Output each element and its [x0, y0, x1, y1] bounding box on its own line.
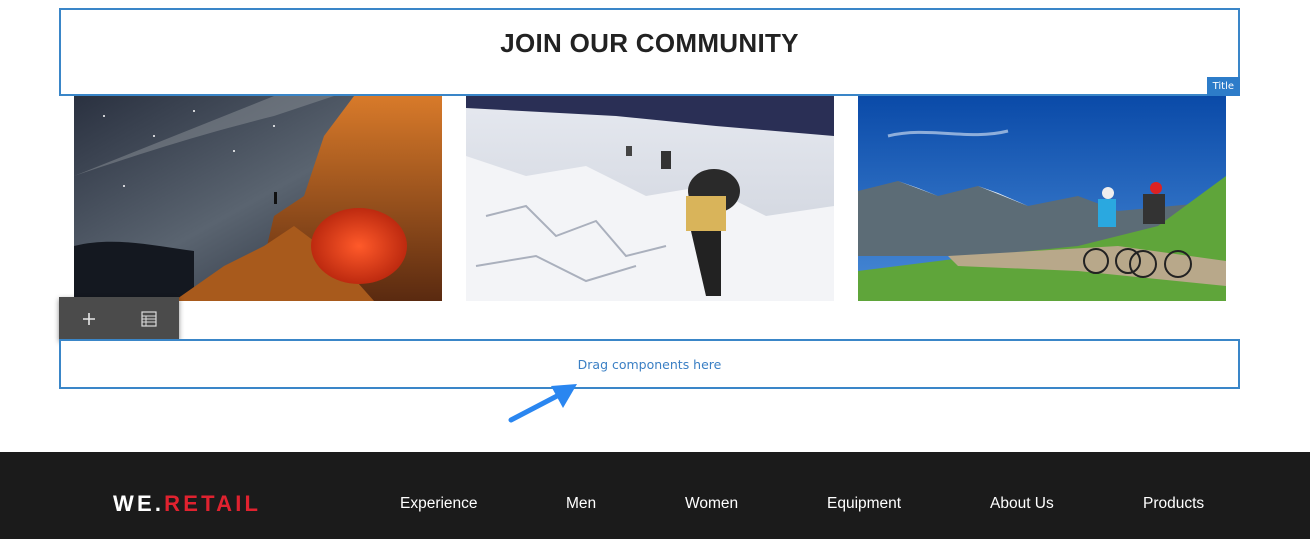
footer-nav-equipment[interactable]: Equipment — [827, 495, 901, 513]
bikers-image — [858, 96, 1226, 301]
insert-component-button[interactable] — [59, 297, 119, 340]
drop-zone-label: Drag components here — [577, 356, 722, 372]
camping-image — [74, 96, 442, 301]
footer-nav-experience[interactable]: Experience — [400, 495, 478, 513]
list-icon — [141, 310, 157, 327]
glacier-image — [466, 96, 834, 301]
drop-zone[interactable]: Drag components here — [59, 339, 1240, 389]
parent-component-button[interactable] — [119, 297, 179, 340]
image-mountain-bikers[interactable] — [858, 96, 1226, 301]
brand-logo[interactable]: WE.RETAIL — [113, 491, 261, 517]
pointer-arrow-icon — [508, 384, 577, 423]
plus-icon — [83, 312, 95, 325]
component-toolbar — [59, 297, 179, 340]
site-footer: WE.RETAIL Experience Men Women Equipment… — [0, 452, 1310, 539]
footer-nav-men[interactable]: Men — [566, 495, 596, 513]
image-glacier-climb[interactable] — [466, 96, 834, 301]
logo-part-we: WE. — [113, 491, 165, 516]
page-title: JOIN OUR COMMUNITY — [500, 28, 799, 58]
footer-nav-about-us[interactable]: About Us — [990, 495, 1054, 513]
footer-nav-products[interactable]: Products — [1143, 495, 1204, 513]
title-component[interactable]: JOIN OUR COMMUNITY Title — [59, 8, 1240, 96]
image-camping-night[interactable] — [74, 96, 442, 301]
logo-part-retail: RETAIL — [164, 491, 262, 516]
footer-nav-women[interactable]: Women — [685, 495, 738, 513]
component-type-tag: Title — [1206, 77, 1240, 96]
